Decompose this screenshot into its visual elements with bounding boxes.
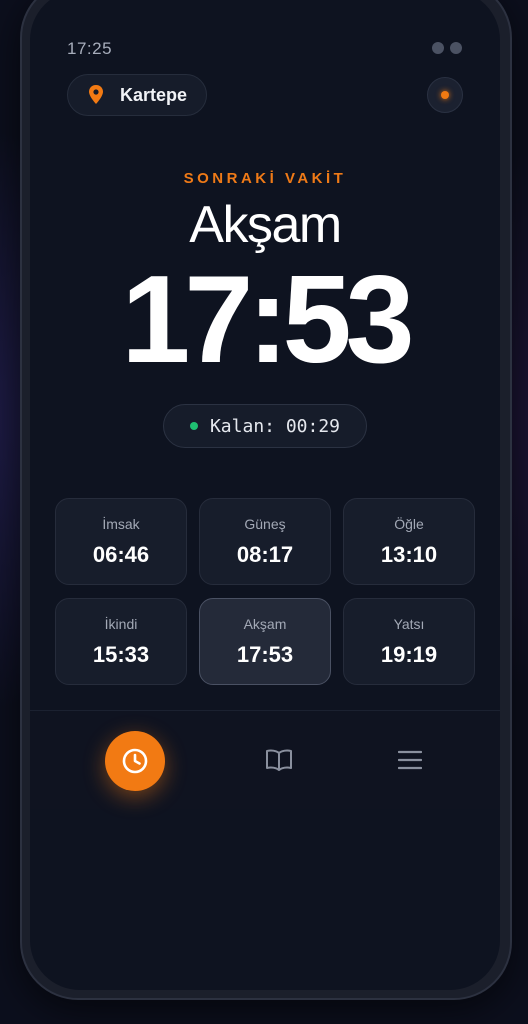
live-dot: [189, 422, 198, 430]
notification-indicator-button[interactable]: [427, 77, 463, 113]
nav-menu-button[interactable]: [397, 750, 423, 775]
prayer-name: İmsak: [102, 515, 140, 532]
prayer-card-imsak[interactable]: İmsak 06:46: [55, 498, 187, 585]
bottom-navigation: [30, 710, 500, 809]
prayer-time: 15:33: [92, 641, 150, 667]
nav-book-button[interactable]: [265, 748, 293, 777]
book-icon: [266, 749, 292, 771]
status-dot: [432, 42, 444, 54]
prayer-name: Yatsı: [393, 615, 425, 632]
prayer-card-ikindi[interactable]: İkindi 15:33: [55, 598, 187, 685]
location-selector[interactable]: Kartepe: [67, 74, 207, 116]
prayer-card-gunes[interactable]: Güneş 08:17: [199, 498, 331, 585]
prayer-card-ogle[interactable]: Öğle 13:10: [343, 498, 475, 585]
status-indicators: [432, 42, 462, 54]
nav-times-button[interactable]: [105, 731, 165, 791]
prayer-time: 17:53: [236, 641, 294, 667]
prayer-name: Akşam: [243, 615, 287, 632]
prayer-card-aksam[interactable]: Akşam 17:53: [199, 598, 331, 685]
prayer-time: 06:46: [92, 541, 150, 567]
clock-icon: [122, 748, 148, 774]
status-dot: [450, 42, 462, 54]
remaining-time-badge: Kalan: 00:29: [163, 404, 367, 448]
prayer-name: Güneş: [244, 515, 286, 532]
menu-icon: [397, 750, 423, 770]
prayer-time: 13:10: [380, 541, 438, 567]
next-prayer-label: SONRAKİ VAKİT: [183, 170, 347, 187]
prayer-name: İkindi: [104, 615, 138, 632]
notification-dot: [441, 91, 449, 99]
prayer-time: 08:17: [236, 541, 294, 567]
status-time: 17:25: [67, 39, 113, 58]
location-label: Kartepe: [120, 84, 188, 105]
prayer-times-grid: İmsak 06:46 Güneş 08:17 Öğle 13:10 İkind…: [55, 498, 475, 685]
app-screen: 17:25 Kartepe SONRAKİ VAKİT Akşam 17:53 …: [30, 0, 500, 990]
next-prayer-time: 17:53: [121, 251, 414, 389]
next-prayer-name: Akşam: [189, 196, 342, 254]
prayer-time: 19:19: [380, 641, 438, 667]
map-pin-icon: [89, 85, 103, 104]
remaining-time-text: Kalan: 00:29: [209, 415, 341, 437]
prayer-card-yatsi[interactable]: Yatsı 19:19: [343, 598, 475, 685]
prayer-name: Öğle: [394, 515, 424, 532]
